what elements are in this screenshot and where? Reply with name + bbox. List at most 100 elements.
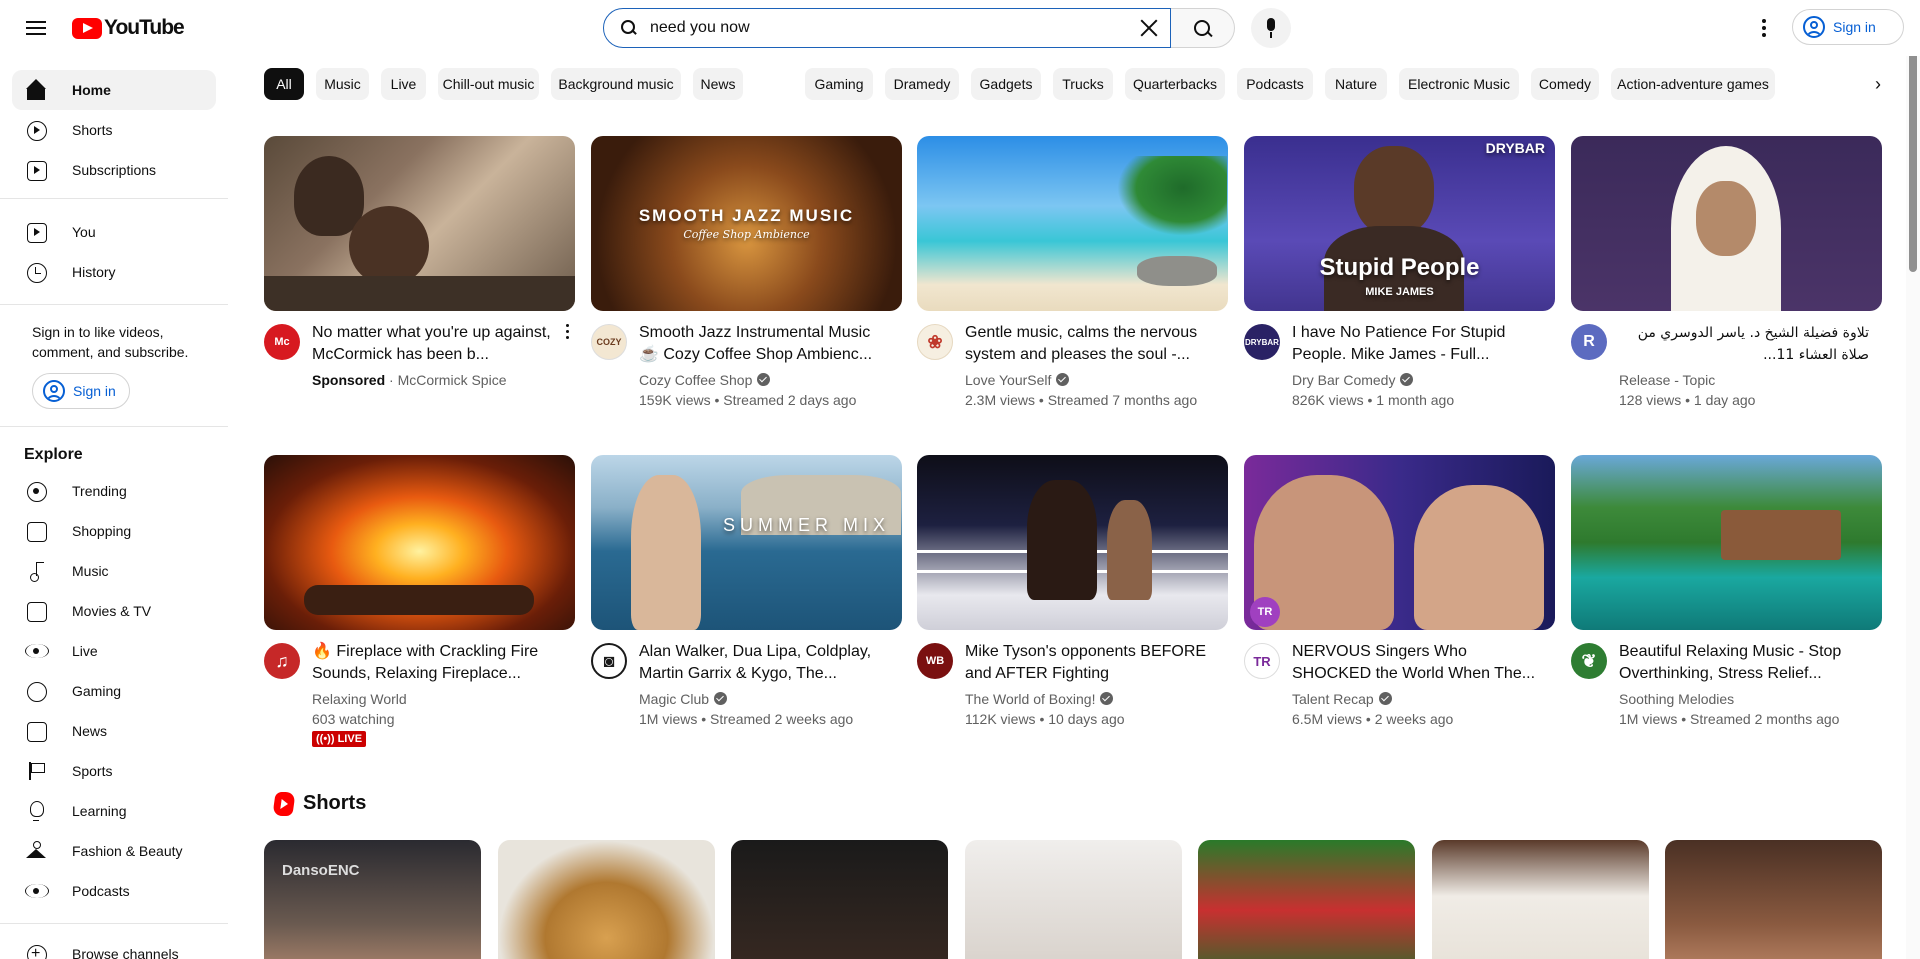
channel-name[interactable]: Relaxing World xyxy=(312,689,562,709)
thumbnail-figure xyxy=(1107,500,1152,600)
movies-icon xyxy=(24,599,48,623)
sidebar-item-gaming[interactable]: Gaming xyxy=(12,671,216,711)
channel-name[interactable]: Cozy Coffee Shop xyxy=(639,372,752,388)
short-thumbnail[interactable]: DansoENC xyxy=(264,840,481,959)
sidebar-sign-in-button[interactable]: Sign in xyxy=(32,373,130,409)
channel-name[interactable]: Love YourSelf xyxy=(965,372,1051,388)
sidebar-item-podcasts[interactable]: Podcasts xyxy=(12,871,216,911)
sidebar-item-browse-channels[interactable]: Browse channels xyxy=(12,934,216,959)
channel-name[interactable]: Talent Recap xyxy=(1292,691,1374,707)
avatar[interactable]: ♫ xyxy=(264,643,300,679)
channel-name[interactable]: Soothing Melodies xyxy=(1619,689,1869,709)
search-input[interactable] xyxy=(650,19,1090,37)
menu-icon[interactable] xyxy=(16,12,56,44)
video-thumbnail[interactable]: SMOOTH JAZZ MUSIC Coffee Shop Ambience xyxy=(591,136,902,311)
sidebar-item-news[interactable]: News xyxy=(12,711,216,751)
sidebar-item-label: Sports xyxy=(72,763,113,779)
avatar[interactable]: Mc xyxy=(264,324,300,360)
more-options-icon[interactable] xyxy=(564,324,570,344)
video-title[interactable]: تلاوة فضيلة الشيخ د. ياسر الدوسري من صلا… xyxy=(1619,322,1869,366)
divider xyxy=(0,198,228,199)
sidebar-item-shopping[interactable]: Shopping xyxy=(12,511,216,551)
chip-electronic-music[interactable]: Electronic Music xyxy=(1399,68,1519,100)
page-scrollbar[interactable] xyxy=(1906,0,1920,959)
channel-name[interactable]: Magic Club xyxy=(639,691,709,707)
chip-background-music[interactable]: Background music xyxy=(551,68,681,100)
sidebar-item-music[interactable]: Music xyxy=(12,551,216,591)
trending-icon xyxy=(24,479,48,503)
video-thumbnail[interactable] xyxy=(264,136,575,311)
avatar[interactable]: DRYBAR xyxy=(1244,324,1280,360)
search-button[interactable] xyxy=(1171,8,1235,48)
sidebar-item-movies[interactable]: Movies & TV xyxy=(12,591,216,631)
chip-chill-out-music[interactable]: Chill-out music xyxy=(438,68,539,100)
chip-news[interactable]: News xyxy=(693,68,743,100)
channel-line: Love YourSelf xyxy=(965,370,1215,390)
short-thumbnail[interactable] xyxy=(965,840,1182,959)
sign-in-button[interactable]: Sign in xyxy=(1792,9,1904,45)
sidebar-item-subscriptions[interactable]: Subscriptions xyxy=(12,150,216,190)
video-thumbnail[interactable] xyxy=(1571,136,1882,311)
sidebar-item-fashion[interactable]: Fashion & Beauty xyxy=(12,831,216,871)
short-thumbnail[interactable] xyxy=(1198,840,1415,959)
video-thumbnail[interactable] xyxy=(917,136,1228,311)
chip-podcasts[interactable]: Podcasts xyxy=(1237,68,1313,100)
video-title[interactable]: No matter what you're up against, McCorm… xyxy=(312,322,562,366)
short-thumbnail[interactable] xyxy=(1432,840,1649,959)
chip-music[interactable]: Music xyxy=(316,68,369,100)
video-thumbnail[interactable]: SUMMER MIX xyxy=(591,455,902,630)
search-box[interactable] xyxy=(603,8,1171,48)
sidebar-item-history[interactable]: History xyxy=(12,252,216,292)
avatar[interactable]: COZY xyxy=(591,324,627,360)
voice-search-button[interactable] xyxy=(1251,8,1291,48)
sidebar-item-sports[interactable]: Sports xyxy=(12,751,216,791)
video-thumbnail[interactable] xyxy=(1571,455,1882,630)
short-thumbnail[interactable] xyxy=(731,840,948,959)
chevron-right-icon[interactable]: › xyxy=(1862,68,1894,100)
channel-name[interactable]: Release - Topic xyxy=(1619,370,1869,390)
avatar[interactable]: ❀ xyxy=(917,324,953,360)
video-thumbnail[interactable]: DRYBAR Stupid People MIKE JAMES xyxy=(1244,136,1555,311)
chip-trucks[interactable]: Trucks xyxy=(1053,68,1113,100)
short-thumbnail[interactable] xyxy=(498,840,715,959)
youtube-logo[interactable]: YouTube xyxy=(72,16,185,40)
video-title[interactable]: Beautiful Relaxing Music - Stop Overthin… xyxy=(1619,641,1869,685)
short-thumbnail[interactable] xyxy=(1665,840,1882,959)
video-title[interactable]: Alan Walker, Dua Lipa, Coldplay, Martin … xyxy=(639,641,889,685)
video-thumbnail[interactable]: TR xyxy=(1244,455,1555,630)
avatar[interactable]: TR xyxy=(1244,643,1280,679)
chip-action-adventure-games[interactable]: Action-adventure games xyxy=(1611,68,1775,100)
avatar[interactable]: R xyxy=(1571,324,1607,360)
video-title[interactable]: NERVOUS Singers Who SHOCKED the World Wh… xyxy=(1292,641,1542,685)
chip-quarterbacks[interactable]: Quarterbacks xyxy=(1125,68,1225,100)
avatar[interactable]: ◙ xyxy=(591,643,627,679)
chip-comedy[interactable]: Comedy xyxy=(1531,68,1599,100)
video-title[interactable]: Gentle music, calms the nervous system a… xyxy=(965,322,1215,366)
video-thumbnail[interactable] xyxy=(917,455,1228,630)
sidebar-item-you[interactable]: You xyxy=(12,212,216,252)
sidebar-item-home[interactable]: Home xyxy=(12,70,216,110)
video-thumbnail[interactable] xyxy=(264,455,575,630)
video-title[interactable]: I have No Patience For Stupid People. Mi… xyxy=(1292,322,1542,366)
settings-more-icon[interactable] xyxy=(1752,12,1776,44)
chip-dramedy[interactable]: Dramedy xyxy=(885,68,959,100)
sidebar-item-trending[interactable]: Trending xyxy=(12,471,216,511)
channel-name[interactable]: McCormick Spice xyxy=(398,372,507,388)
chip-nature[interactable]: Nature xyxy=(1325,68,1387,100)
sidebar-item-live[interactable]: Live xyxy=(12,631,216,671)
close-icon[interactable] xyxy=(1136,15,1162,41)
video-title[interactable]: 🔥 Fireplace with Crackling Fire Sounds, … xyxy=(312,641,562,685)
video-meta: 1M views • Streamed 2 months ago xyxy=(1619,711,1840,727)
chip-gadgets[interactable]: Gadgets xyxy=(971,68,1041,100)
chip-gaming[interactable]: Gaming xyxy=(805,68,873,100)
avatar[interactable]: ❦ xyxy=(1571,643,1607,679)
sidebar-item-shorts[interactable]: Shorts xyxy=(12,110,216,150)
chip-live[interactable]: Live xyxy=(381,68,426,100)
avatar[interactable]: WB xyxy=(917,643,953,679)
chip-all[interactable]: All xyxy=(264,68,304,100)
video-title[interactable]: Mike Tyson's opponents BEFORE and AFTER … xyxy=(965,641,1215,685)
video-title[interactable]: Smooth Jazz Instrumental Music ☕ Cozy Co… xyxy=(639,322,889,366)
sidebar-item-learning[interactable]: Learning xyxy=(12,791,216,831)
channel-name[interactable]: Dry Bar Comedy xyxy=(1292,372,1395,388)
channel-name[interactable]: The World of Boxing! xyxy=(965,691,1095,707)
